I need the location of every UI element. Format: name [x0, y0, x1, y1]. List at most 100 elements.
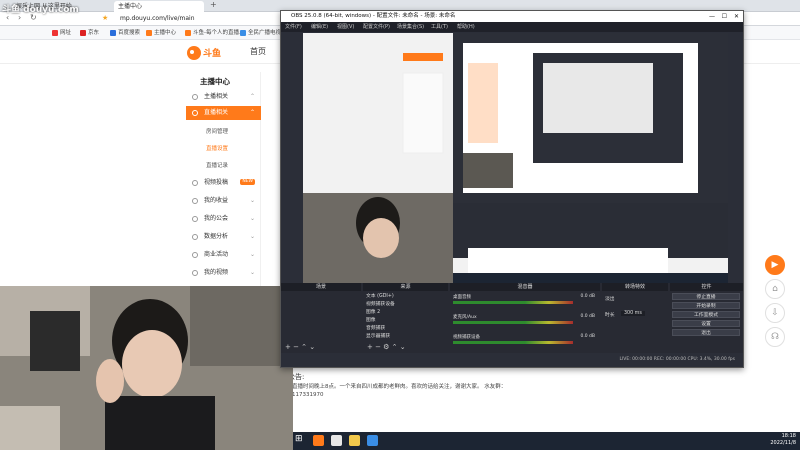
chart-icon	[192, 234, 198, 240]
tv-icon	[192, 110, 198, 116]
clock-date: 2022/11/8	[770, 440, 796, 446]
menu-tools[interactable]: 工具(T)	[431, 22, 448, 32]
sidebar-item-live[interactable]: 直播相关 ⌃	[186, 106, 261, 120]
obs-dock-panel: 场景 来源 混音器 转场特效 控件 文本 (GDI+) 视频捕获设备 图像 2 …	[281, 283, 743, 353]
mixer-channel[interactable]: 桌面音频 0.0 dB	[453, 294, 595, 308]
sidebar-item-label: 我的收益	[204, 197, 229, 204]
obs-menu-bar: 文件(F) 编辑(E) 视图(V) 配置文件(P) 场景集合(S) 工具(T) …	[281, 22, 743, 32]
mixer-channel[interactable]: 视频捕获设备 0.0 dB	[453, 334, 595, 348]
sidebar-item-video[interactable]: 视频投稿 NEW	[186, 176, 261, 190]
add-scene-button[interactable]: + − ⌃ ⌄	[285, 343, 315, 351]
obs-status-bar: LIVE: 00:00:00 REC: 00:00:00 CPU: 3.4%, …	[281, 353, 743, 367]
start-icon[interactable]: ⊞	[295, 434, 303, 444]
bookmark-item[interactable]: 京东	[80, 28, 99, 38]
bookmark-icon	[110, 29, 116, 36]
bookmark-icon	[185, 29, 191, 36]
sidebar: 主播中心 主播相关 ⌃ 直播相关 ⌃ 房间管理 直播设置 直播记录 视频投稿 NEW …	[186, 72, 261, 292]
sidebar-item-guild[interactable]: 我的公会 ⌄	[186, 212, 261, 226]
mixer-channel-label: 桌面音频	[453, 295, 471, 300]
bookmark-item[interactable]: 主播中心	[146, 28, 176, 38]
bookmark-item[interactable]: 网址	[52, 28, 71, 38]
duration-input[interactable]: 300 ms	[621, 311, 645, 316]
maximize-icon[interactable]: ☐	[722, 11, 727, 22]
exit-button[interactable]: 退出	[672, 329, 740, 336]
studio-mode-button[interactable]: 工作室模式	[672, 311, 740, 318]
transition-select[interactable]: 淡出	[605, 295, 615, 302]
source-label: 音频捕获	[366, 326, 386, 331]
sidebar-item-myvideo[interactable]: 我的视频 ⌄	[186, 266, 261, 280]
sidebar-item-anchor[interactable]: 主播相关 ⌃	[186, 90, 261, 104]
folder-icon[interactable]	[349, 435, 360, 446]
mixer-db: 0.0 dB	[580, 334, 595, 339]
chevron-down-icon: ⌄	[249, 215, 255, 222]
start-recording-button[interactable]: 开始录制	[672, 302, 740, 309]
source-item[interactable]: 文本 (GDI+)	[366, 293, 436, 300]
settings-button[interactable]: 设置	[672, 320, 740, 327]
menu-help[interactable]: 帮助(H)	[457, 22, 475, 32]
play-icon[interactable]: ▶	[765, 255, 785, 275]
bookmark-item[interactable]: 斗鱼-每个人的直播...	[185, 28, 244, 38]
controls-header: 控件	[670, 283, 743, 291]
obs-title: OBS 25.0.8 (64-bit, windows) - 配置文件: 未命名…	[291, 13, 456, 19]
browser-icon[interactable]	[367, 435, 378, 446]
url-field[interactable]: mp.douyu.com/live/main	[120, 14, 290, 24]
menu-profile[interactable]: 配置文件(P)	[363, 22, 390, 32]
stop-stream-button[interactable]: 停止直播	[672, 293, 740, 300]
sidebar-item-label: 主播相关	[204, 93, 229, 100]
sidebar-item-business[interactable]: 商业活动 ⌄	[186, 248, 261, 262]
menu-scene-collection[interactable]: 场景集合(S)	[397, 22, 424, 32]
sidebar-sub-settings[interactable]: 直播设置	[206, 144, 228, 152]
home-link[interactable]: 首页	[250, 46, 266, 57]
sidebar-item-income[interactable]: 我的收益 ⌄	[186, 194, 261, 208]
sidebar-sub-records[interactable]: 直播记录	[206, 161, 228, 169]
home-icon[interactable]: ⌂	[765, 279, 785, 299]
menu-edit[interactable]: 编辑(E)	[311, 22, 328, 32]
chevron-down-icon: ⌄	[249, 269, 255, 276]
chevron-down-icon: ⌄	[249, 197, 255, 204]
mixer-channel-label: 麦克风/Aux	[453, 315, 477, 320]
source-item[interactable]: 图像	[366, 317, 436, 324]
svg-text:斗鱼: 斗鱼	[203, 47, 221, 59]
obs-app-icon[interactable]	[331, 435, 342, 446]
sidebar-item-data[interactable]: 数据分析 ⌄	[186, 230, 261, 244]
source-item[interactable]: 显示器捕获	[366, 333, 436, 340]
bookmark-label: 百度搜索	[118, 30, 141, 36]
film-icon	[192, 270, 198, 276]
briefcase-icon	[192, 252, 198, 258]
source-item[interactable]: 图像 2	[366, 309, 436, 316]
source-label: 视频捕获设备	[366, 302, 395, 307]
menu-file[interactable]: 文件(F)	[285, 22, 302, 32]
new-tab-button[interactable]: +	[210, 0, 217, 9]
sidebar-item-label: 视频投稿	[204, 179, 229, 186]
douyu-app-icon[interactable]	[313, 435, 324, 446]
bookmark-label: 网址	[60, 30, 72, 36]
obs-preview[interactable]	[303, 33, 728, 283]
mixer-db: 0.0 dB	[580, 314, 595, 319]
headset-icon[interactable]: ☊	[765, 327, 785, 347]
close-icon[interactable]: ✕	[734, 11, 739, 22]
minimize-icon[interactable]: —	[709, 11, 715, 22]
download-icon[interactable]: ⇩	[765, 303, 785, 323]
tab-anchor-center[interactable]: 主播中心	[114, 1, 204, 12]
mixer-header: 混音器	[450, 283, 600, 291]
source-item[interactable]: 音频捕获	[366, 325, 436, 332]
bookmark-label: 斗鱼-每个人的直播...	[193, 30, 245, 36]
transitions-header: 转场特效	[602, 283, 668, 291]
sidebar-item-label: 商业活动	[204, 251, 229, 258]
mixer-channel[interactable]: 麦克风/Aux 0.0 dB	[453, 314, 595, 328]
system-tray[interactable]: 18:18 2022/11/8	[770, 433, 796, 447]
bookmark-item[interactable]: 百度搜索	[110, 28, 140, 38]
source-item[interactable]: 视频捕获设备	[366, 301, 436, 308]
taskbar: ⊞ 18:18 2022/11/8	[293, 432, 800, 450]
sidebar-item-label: 数据分析	[204, 233, 229, 240]
chevron-up-icon: ⌃	[249, 93, 255, 100]
menu-view[interactable]: 视图(V)	[337, 22, 354, 32]
bookmark-label: 京东	[88, 30, 100, 36]
announcement-text: 直播时间晚上8点。一个来自四川成都的老鲜肉。喜欢的话给关注，谢谢大家。 水友群：…	[292, 384, 507, 398]
star-icon[interactable]: ★	[102, 14, 108, 22]
douyu-logo[interactable]: 斗鱼	[186, 45, 246, 61]
add-source-button[interactable]: + − ⚙ ⌃ ⌄	[367, 343, 406, 351]
chevron-down-icon: ⌄	[249, 251, 255, 258]
bookmark-icon	[52, 29, 58, 36]
sidebar-sub-room[interactable]: 房间管理	[206, 127, 228, 135]
